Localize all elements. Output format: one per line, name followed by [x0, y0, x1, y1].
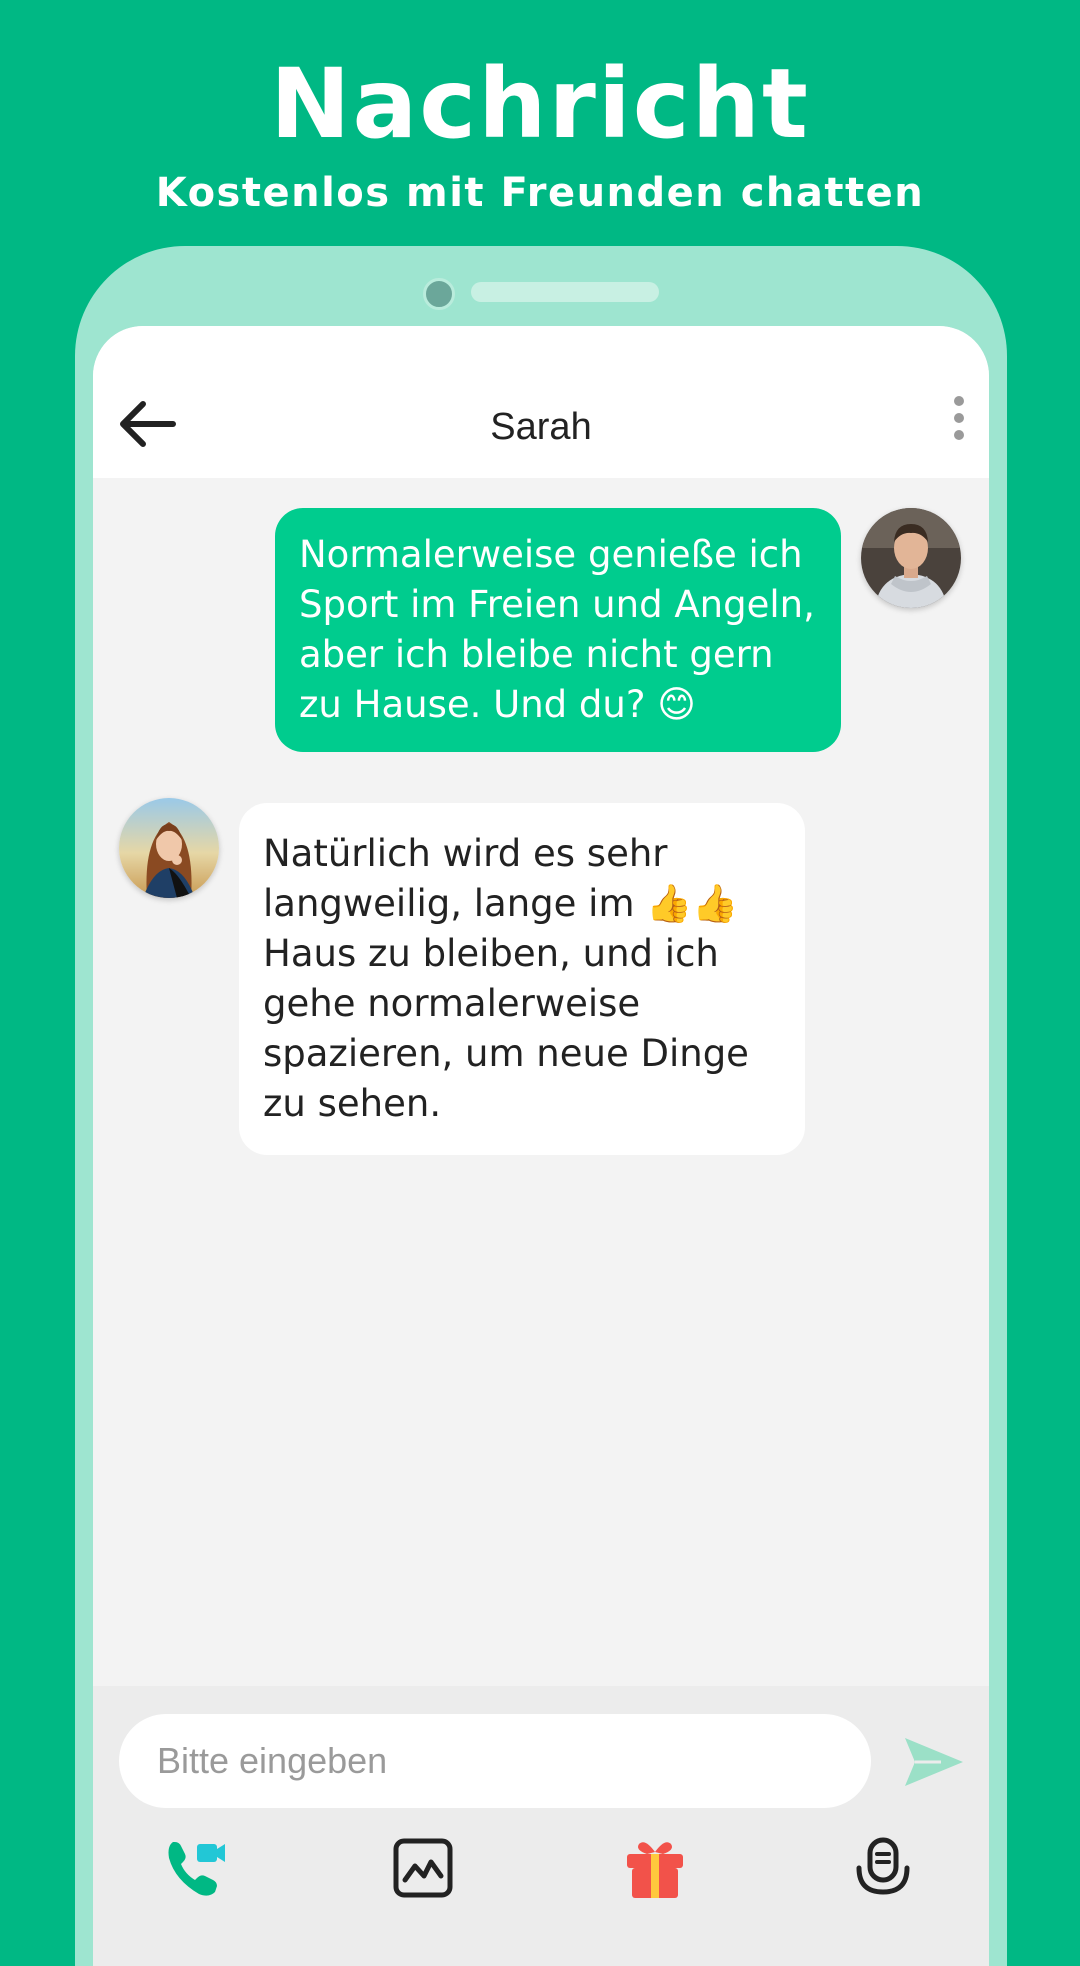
microphone-icon — [856, 1837, 910, 1895]
send-button[interactable] — [901, 1732, 965, 1792]
my-avatar[interactable] — [861, 508, 961, 608]
gift-button[interactable] — [623, 1836, 687, 1900]
contact-avatar-image — [119, 798, 219, 898]
incoming-message[interactable]: Natürlich wird es sehr langweilig, lange… — [239, 803, 805, 1155]
message-list: Normalerweise genieße ich Sport im Freie… — [93, 478, 989, 1678]
app-bar: Sarah — [93, 326, 989, 478]
chat-title: Sarah — [490, 406, 592, 448]
video-call-button[interactable] — [163, 1836, 227, 1900]
gift-icon — [627, 1842, 683, 1898]
sarah-avatar[interactable] — [119, 798, 219, 898]
more-options-button[interactable] — [949, 396, 969, 452]
video-call-icon — [168, 1842, 225, 1896]
phone-frame: Sarah Normalerweise genieße ich Sport im… — [75, 246, 1007, 1966]
image-icon — [393, 1838, 453, 1898]
promo-subtitle: Kostenlos mit Freunden chatten — [155, 170, 925, 216]
message-input[interactable] — [119, 1714, 871, 1808]
outgoing-message[interactable]: Normalerweise genieße ich Sport im Freie… — [275, 508, 841, 752]
user-avatar-image — [861, 508, 961, 608]
image-button[interactable] — [391, 1836, 455, 1900]
send-icon — [905, 1738, 963, 1786]
composer-area — [93, 1686, 989, 1966]
speaker-grille — [471, 282, 659, 302]
chat-screen: Sarah Normalerweise genieße ich Sport im… — [93, 326, 989, 1966]
more-vertical-icon — [949, 396, 969, 440]
promo-title: Nachricht — [270, 48, 810, 160]
voice-button[interactable] — [851, 1836, 915, 1900]
camera-icon — [423, 278, 455, 310]
